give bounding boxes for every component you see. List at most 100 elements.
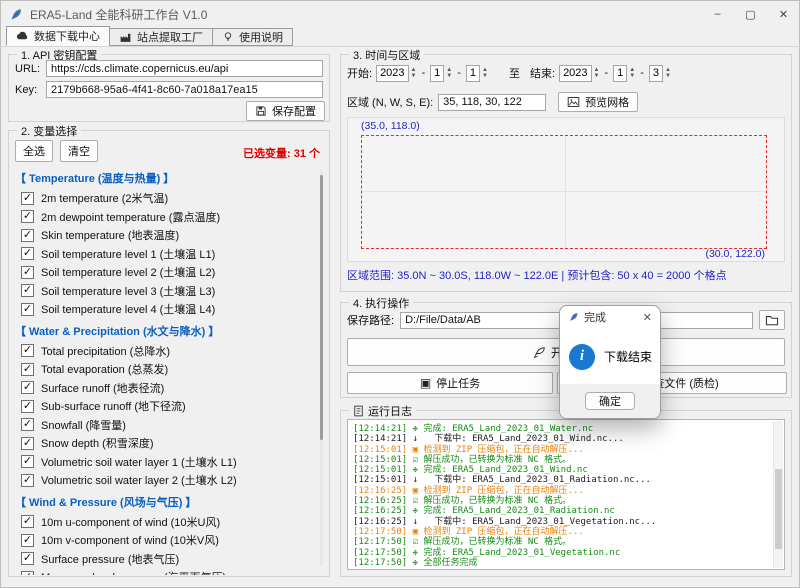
checkbox[interactable]: ✓: [21, 344, 34, 357]
date-spinbox[interactable]: 1 ▲ ▼: [466, 65, 488, 82]
end-date-spinboxes: 2023 ▲ ▼ - 1 ▲ ▼ - 3 ▲ ▼: [559, 65, 671, 82]
date-separator: -: [457, 67, 461, 79]
url-input[interactable]: [46, 60, 323, 77]
folder-icon: [765, 314, 779, 326]
checkbox[interactable]: ✓: [21, 515, 34, 528]
checkbox[interactable]: ✓: [21, 437, 34, 450]
checkbox[interactable]: ✓: [21, 284, 34, 297]
spinbox-value[interactable]: 1: [430, 65, 444, 82]
maximize-button[interactable]: ▢: [734, 0, 767, 28]
checkbox[interactable]: ✓: [21, 381, 34, 394]
close-button[interactable]: ✕: [767, 0, 800, 28]
checkbox[interactable]: ✓: [21, 266, 34, 279]
checkbox[interactable]: ✓: [21, 552, 34, 565]
spinbox-value[interactable]: 2023: [559, 65, 591, 82]
date-spinbox[interactable]: 2023 ▲ ▼: [376, 65, 416, 82]
region-input[interactable]: [438, 94, 546, 111]
stop-task-button[interactable]: ▣ 停止任务: [347, 372, 553, 394]
variable-checkbox-row[interactable]: ✓ Soil temperature level 1 (土壤温 L1): [15, 245, 313, 264]
variable-checkbox-row[interactable]: ✓ Soil temperature level 2 (土壤温 L2): [15, 263, 313, 282]
key-input[interactable]: [46, 81, 323, 98]
spin-down-icon[interactable]: ▼: [411, 73, 417, 79]
dialog-message: 下载结束: [604, 348, 652, 365]
dialog-ok-button[interactable]: 确定: [585, 392, 635, 410]
date-spinbox[interactable]: 1 ▲ ▼: [430, 65, 452, 82]
region-preview-canvas: (35.0, 118.0) (30.0, 122.0): [347, 117, 785, 262]
variable-checkbox-row[interactable]: ✓ Volumetric soil water layer 2 (土壤水 L2): [15, 471, 313, 490]
preview-grid-button[interactable]: 预览网格: [558, 92, 638, 112]
variable-checkbox-row[interactable]: ✓ 10m u-component of wind (10米U风): [15, 513, 313, 532]
variable-label: Total precipitation (总降水): [41, 343, 170, 359]
spin-down-icon[interactable]: ▼: [629, 73, 635, 79]
spin-down-icon[interactable]: ▼: [594, 73, 600, 79]
variable-checkbox-row[interactable]: ✓ Snow depth (积雪深度): [15, 434, 313, 453]
variable-label: Soil temperature level 2 (土壤温 L2): [41, 264, 215, 280]
date-spinbox[interactable]: 2023 ▲ ▼: [559, 65, 599, 82]
spin-down-icon[interactable]: ▼: [482, 73, 488, 79]
spin-down-icon[interactable]: ▼: [446, 73, 452, 79]
variable-label: 2m dewpoint temperature (露点温度): [41, 209, 220, 225]
checkbox[interactable]: ✓: [21, 474, 34, 487]
checkbox[interactable]: ✓: [21, 229, 34, 242]
variable-label: Total evaporation (总蒸发): [41, 361, 168, 377]
variable-checkbox-row[interactable]: ✓ Sub-surface runoff (地下径流): [15, 397, 313, 416]
region-bounds-rectangle: [361, 135, 767, 249]
preview-grid-label: 预览网格: [585, 94, 629, 110]
dialog-close-icon[interactable]: ✕: [643, 311, 652, 324]
variable-checkbox-row[interactable]: ✓ Snowfall (降雪量): [15, 416, 313, 435]
date-spinbox[interactable]: 3 ▲ ▼: [649, 65, 671, 82]
date-spinbox[interactable]: 1 ▲ ▼: [613, 65, 635, 82]
log-scrollbar-track[interactable]: [773, 421, 783, 568]
variable-checkbox-row[interactable]: ✓ Volumetric soil water layer 1 (土壤水 L1): [15, 453, 313, 472]
variable-checkbox-row[interactable]: ✓ Total precipitation (总降水): [15, 342, 313, 361]
variable-checkbox-row[interactable]: ✓ Soil temperature level 3 (土壤温 L3): [15, 282, 313, 301]
variable-checkbox-row[interactable]: ✓ Total evaporation (总蒸发): [15, 360, 313, 379]
checkbox[interactable]: ✓: [21, 400, 34, 413]
variable-checkbox-row[interactable]: ✓ Soil temperature level 4 (土壤温 L4): [15, 300, 313, 319]
variable-group-header: 【 Water & Precipitation (水文与降水) 】: [15, 322, 313, 342]
spinbox-value[interactable]: 2023: [376, 65, 408, 82]
variable-group-header: 【 Temperature (温度与热量) 】: [15, 169, 313, 189]
region-summary-text: 区域范围: 35.0N ~ 30.0S, 118.0W ~ 122.0E | 预…: [347, 267, 727, 283]
spinbox-value[interactable]: 1: [613, 65, 627, 82]
variable-checkbox-row[interactable]: ✓ Mean sea level pressure (海平面气压): [15, 568, 313, 575]
variable-scrollbar-thumb[interactable]: [320, 175, 323, 440]
tab-station-extract[interactable]: 站点提取工厂: [109, 28, 213, 46]
checkbox[interactable]: ✓: [21, 210, 34, 223]
tab-help[interactable]: 使用说明: [212, 28, 293, 46]
variable-checkbox-row[interactable]: ✓ Surface pressure (地表气压): [15, 550, 313, 569]
browse-folder-button[interactable]: [759, 310, 785, 330]
clear-button[interactable]: 清空: [60, 140, 98, 162]
checkbox[interactable]: ✓: [21, 247, 34, 260]
variable-checkbox-row[interactable]: ✓ Surface runoff (地表径流): [15, 379, 313, 398]
checkbox[interactable]: ✓: [21, 571, 34, 575]
spinbox-arrows: ▲ ▼: [446, 67, 452, 79]
checkbox[interactable]: ✓: [21, 192, 34, 205]
variable-checkbox-row[interactable]: ✓ Skin temperature (地表温度): [15, 226, 313, 245]
checkbox[interactable]: ✓: [21, 534, 34, 547]
log-line: [12:14:21] ❉ 完成: ERA5_Land_2023_01_Water…: [353, 424, 779, 434]
checkbox[interactable]: ✓: [21, 363, 34, 376]
minimize-button[interactable]: –: [701, 0, 734, 28]
spinbox-value[interactable]: 3: [649, 65, 663, 82]
checkbox[interactable]: ✓: [21, 303, 34, 316]
select-all-button[interactable]: 全选: [15, 140, 53, 162]
checkbox[interactable]: ✓: [21, 455, 34, 468]
variable-label: Snow depth (积雪深度): [41, 435, 153, 451]
selected-count-text: 已选变量: 31 个: [243, 145, 320, 161]
checkbox[interactable]: ✓: [21, 418, 34, 431]
log-scrollbar-thumb[interactable]: [775, 469, 782, 549]
section-title: 4. 执行操作: [349, 295, 413, 311]
variable-checkbox-row[interactable]: ✓ 10m v-component of wind (10米V风): [15, 531, 313, 550]
variable-checkbox-row[interactable]: ✓ 2m temperature (2米气温): [15, 189, 313, 208]
variable-checkbox-row[interactable]: ✓ 2m dewpoint temperature (露点温度): [15, 208, 313, 227]
titlebar: ERA5-Land 全能科研工作台 V1.0 – ▢ ✕: [0, 0, 800, 28]
log-line: [12:17:50] ❉ 完成: ERA5_Land_2023_01_Veget…: [353, 548, 779, 558]
variable-label: Snowfall (降雪量): [41, 417, 126, 433]
save-config-button[interactable]: 保存配置: [246, 101, 325, 121]
spinbox-value[interactable]: 1: [466, 65, 480, 82]
variable-label: 10m v-component of wind (10米V风): [41, 532, 219, 548]
window-title: ERA5-Land 全能科研工作台 V1.0: [30, 6, 207, 23]
spin-down-icon[interactable]: ▼: [665, 73, 671, 79]
tab-data-download-center[interactable]: 数据下载中心: [6, 26, 110, 46]
